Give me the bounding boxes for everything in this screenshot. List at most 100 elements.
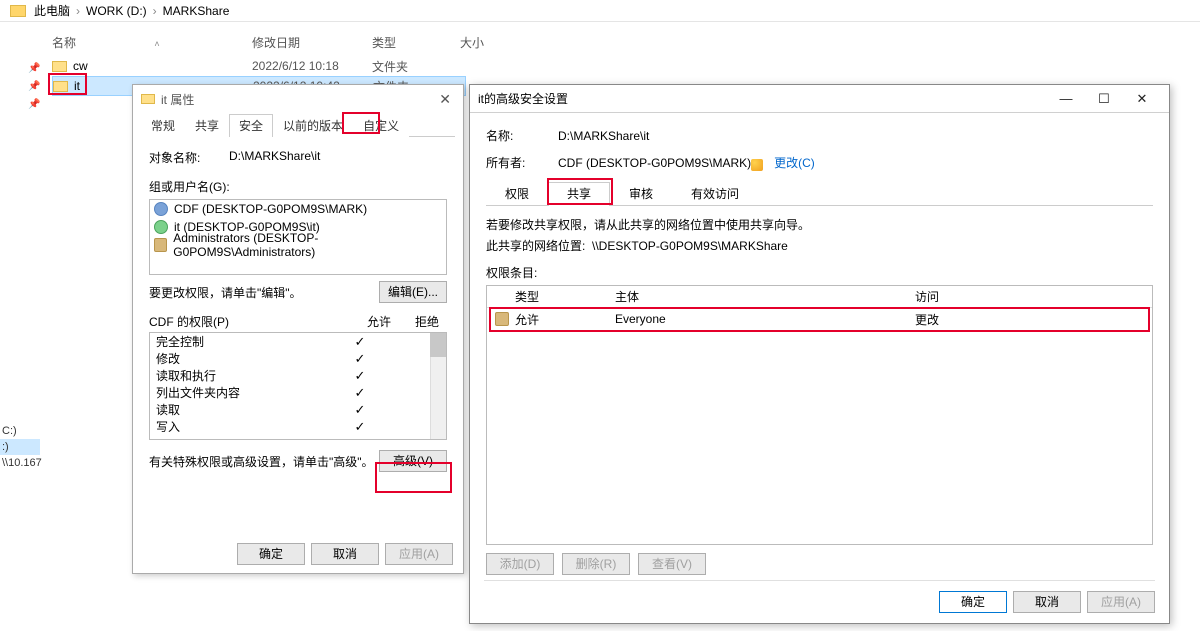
add-button[interactable]: 添加(D): [486, 553, 554, 575]
check-icon: ✓: [332, 351, 388, 367]
col-name[interactable]: 名称 ˄: [52, 34, 252, 51]
name-label: 名称:: [486, 127, 558, 144]
tab-security[interactable]: 安全: [229, 114, 273, 137]
check-icon: ✓: [332, 334, 388, 350]
perm-row: 读取✓: [150, 401, 446, 418]
ok-button[interactable]: 确定: [237, 543, 305, 565]
check-icon: ✓: [332, 368, 388, 384]
shield-icon: [751, 159, 763, 171]
close-icon[interactable]: ✕: [435, 91, 455, 108]
perm-row: 写入✓: [150, 418, 446, 435]
tab-customize[interactable]: 自定义: [353, 114, 409, 137]
col-name-label: 名称: [52, 36, 76, 50]
permissions-listbox[interactable]: 完全控制✓ 修改✓ 读取和执行✓ 列出文件夹内容✓ 读取✓ 写入✓: [149, 332, 447, 440]
sidebar-item[interactable]: :): [0, 439, 40, 455]
deny-label: 拒绝: [407, 313, 447, 330]
user-icon: [154, 220, 168, 234]
groups-listbox[interactable]: CDF (DESKTOP-G0POM9S\MARK) it (DESKTOP-G…: [149, 199, 447, 275]
name-value: D:\MARKShare\it: [558, 129, 649, 143]
cell-principal: Everyone: [615, 312, 915, 326]
tab-general[interactable]: 常规: [141, 114, 185, 137]
list-header: 名称 ˄ 修改日期 类型 大小: [52, 30, 1200, 54]
perm-name: 读取和执行: [156, 367, 332, 384]
edit-button[interactable]: 编辑(E)...: [379, 281, 447, 303]
group-icon: [154, 238, 167, 252]
groups-label: 组或用户名(G):: [149, 178, 447, 195]
pin-column: 📌 📌 📌: [28, 63, 40, 110]
list-item[interactable]: CDF (DESKTOP-G0POM9S\MARK): [150, 200, 446, 218]
close-icon[interactable]: ✕: [1123, 91, 1161, 107]
group-icon: [495, 312, 509, 326]
sort-asc-icon: ˄: [154, 39, 159, 49]
sidebar-item[interactable]: C:): [0, 423, 40, 439]
remove-button[interactable]: 删除(R): [562, 553, 630, 575]
tab-effective-access[interactable]: 有效访问: [672, 182, 758, 206]
chevron-right-icon: ›: [153, 4, 157, 18]
crumb-0[interactable]: 此电脑: [34, 2, 70, 19]
dialog-title: it 属性: [161, 91, 194, 108]
cancel-button[interactable]: 取消: [1013, 591, 1081, 613]
list-item-label: CDF (DESKTOP-G0POM9S\MARK): [174, 202, 367, 216]
share-path-value: \\DESKTOP-G0POM9S\MARKShare: [592, 239, 788, 253]
sidebar-fragment: C:) :) \\10.167: [0, 423, 40, 471]
tab-prev-versions[interactable]: 以前的版本: [273, 114, 353, 137]
ok-button[interactable]: 确定: [939, 591, 1007, 613]
col-type[interactable]: 类型: [372, 34, 460, 51]
dialog-titlebar[interactable]: it 属性 ✕: [133, 85, 463, 113]
cell-type: 允许: [515, 311, 539, 328]
tab-share[interactable]: 共享: [548, 182, 610, 206]
change-owner-link[interactable]: 更改(C): [774, 154, 815, 171]
table-row[interactable]: 允许 Everyone 更改: [487, 308, 1152, 330]
apply-button[interactable]: 应用(A): [1087, 591, 1155, 613]
tab-auditing[interactable]: 审核: [610, 182, 672, 206]
advanced-hint: 有关特殊权限或高级设置，请单击"高级"。: [149, 453, 374, 470]
th-principal[interactable]: 主体: [615, 288, 915, 305]
share-path-label: 此共享的网络位置:: [486, 239, 585, 253]
minimize-icon[interactable]: ―: [1047, 91, 1085, 106]
check-icon: ✓: [332, 419, 388, 435]
folder-icon: [10, 5, 26, 17]
crumb-1[interactable]: WORK (D:): [86, 4, 147, 18]
cell-access: 更改: [915, 311, 1035, 328]
th-access[interactable]: 访问: [915, 288, 1035, 305]
pin-icon: 📌: [28, 81, 40, 92]
cancel-button[interactable]: 取消: [311, 543, 379, 565]
user-icon: [154, 202, 168, 216]
view-button[interactable]: 查看(V): [638, 553, 706, 575]
list-item[interactable]: Administrators (DESKTOP-G0POM9S\Administ…: [150, 236, 446, 254]
annotation-highlight: [48, 73, 87, 95]
check-icon: ✓: [332, 402, 388, 418]
tab-permissions[interactable]: 权限: [486, 182, 548, 206]
maximize-icon[interactable]: ☐: [1085, 91, 1123, 107]
chevron-right-icon: ›: [76, 4, 80, 18]
scrollbar[interactable]: [430, 333, 446, 439]
apply-button[interactable]: 应用(A): [385, 543, 453, 565]
perm-name: 读取: [156, 401, 332, 418]
annotation-highlight: [375, 462, 452, 493]
crumb-2[interactable]: MARKShare: [163, 4, 230, 18]
check-icon: ✓: [332, 385, 388, 401]
pin-icon: 📌: [28, 99, 40, 110]
permissions-table: 类型 主体 访问 允许 Everyone 更改: [486, 285, 1153, 545]
table-header: 类型 主体 访问: [487, 286, 1152, 308]
file-date: 2022/6/12 10:18: [252, 59, 372, 73]
adv-tabs: 权限 共享 审核 有效访问: [486, 181, 1153, 206]
file-row-cw[interactable]: cw 2022/6/12 10:18 文件夹: [52, 56, 466, 76]
dialog-titlebar[interactable]: it的高级安全设置 ― ☐ ✕: [470, 85, 1169, 113]
folder-icon: [52, 61, 67, 72]
dialog-title: it的高级安全设置: [478, 90, 568, 107]
entries-label: 权限条目:: [486, 264, 1153, 281]
file-type: 文件夹: [372, 58, 460, 75]
folder-icon: [141, 94, 155, 104]
col-date[interactable]: 修改日期: [252, 34, 372, 51]
perm-row: 列出文件夹内容✓: [150, 384, 446, 401]
list-item-label: Administrators (DESKTOP-G0POM9S\Administ…: [173, 231, 442, 259]
tab-sharing[interactable]: 共享: [185, 114, 229, 137]
th-type[interactable]: 类型: [495, 288, 615, 305]
col-size[interactable]: 大小: [460, 34, 548, 51]
sidebar-item[interactable]: \\10.167: [0, 455, 40, 471]
perm-row: 读取和执行✓: [150, 367, 446, 384]
pin-icon: 📌: [28, 63, 40, 74]
scrollbar-thumb[interactable]: [430, 333, 446, 357]
allow-label: 允许: [351, 313, 407, 330]
